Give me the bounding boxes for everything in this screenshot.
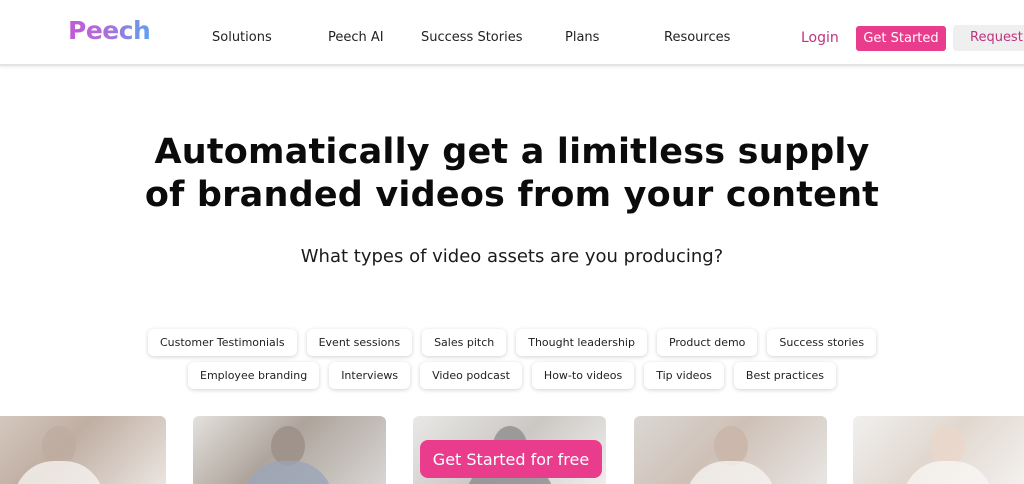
chip-best-practices[interactable]: Best practices — [733, 362, 836, 389]
chip-product-demo[interactable]: Product demo — [656, 329, 758, 356]
person-body — [243, 461, 333, 484]
headline-line-1: Automatically get a limitless supply — [154, 132, 870, 172]
peech-logo[interactable]: Peech — [68, 16, 151, 45]
chip-sales-pitch[interactable]: Sales pitch — [422, 329, 507, 356]
nav-plans[interactable]: Plans — [565, 30, 599, 45]
video-thumbnail-2 — [193, 416, 386, 484]
chip-customer-testimonials[interactable]: Customer Testimonials — [147, 329, 297, 356]
video-thumbnail-5 — [853, 416, 1024, 484]
person-body — [903, 461, 993, 484]
chip-interviews[interactable]: Interviews — [329, 362, 411, 389]
nav-success-stories[interactable]: Success Stories — [421, 30, 523, 45]
get-started-button[interactable]: Get Started — [856, 26, 946, 51]
video-thumbnail-1 — [0, 416, 166, 484]
page-headline: Automatically get a limitless supply of … — [0, 131, 1024, 217]
top-navigation-bar: Peech Solutions Peech AI Success Stories… — [0, 0, 1024, 66]
person-body — [14, 461, 104, 484]
person-face — [271, 426, 305, 466]
login-link[interactable]: Login — [801, 30, 839, 46]
chip-tip-videos[interactable]: Tip videos — [644, 362, 724, 389]
chip-success-stories[interactable]: Success stories — [767, 329, 877, 356]
nav-peech-ai[interactable]: Peech AI — [328, 30, 384, 45]
nav-solutions[interactable]: Solutions — [212, 30, 272, 45]
nav-resources[interactable]: Resources — [664, 30, 730, 45]
chip-how-to-videos[interactable]: How-to videos — [531, 362, 635, 389]
asset-type-chips-row-2: Employee branding Interviews Video podca… — [0, 362, 1024, 389]
request-demo-button[interactable]: Request — [953, 25, 1024, 51]
person-face — [42, 426, 76, 466]
video-thumbnail-4 — [634, 416, 827, 484]
chip-event-sessions[interactable]: Event sessions — [306, 329, 413, 356]
person-body — [686, 461, 776, 484]
chip-thought-leadership[interactable]: Thought leadership — [516, 329, 647, 356]
person-face — [714, 426, 748, 466]
hero-subheading: What types of video assets are you produ… — [300, 246, 724, 267]
headline-line-2: of branded videos from your content — [144, 175, 880, 215]
get-started-free-button[interactable]: Get Started for free — [420, 440, 602, 478]
chip-video-podcast[interactable]: Video podcast — [420, 362, 522, 389]
person-face — [931, 426, 965, 466]
chip-employee-branding[interactable]: Employee branding — [188, 362, 320, 389]
asset-type-chips-row-1: Customer Testimonials Event sessions Sal… — [0, 329, 1024, 356]
